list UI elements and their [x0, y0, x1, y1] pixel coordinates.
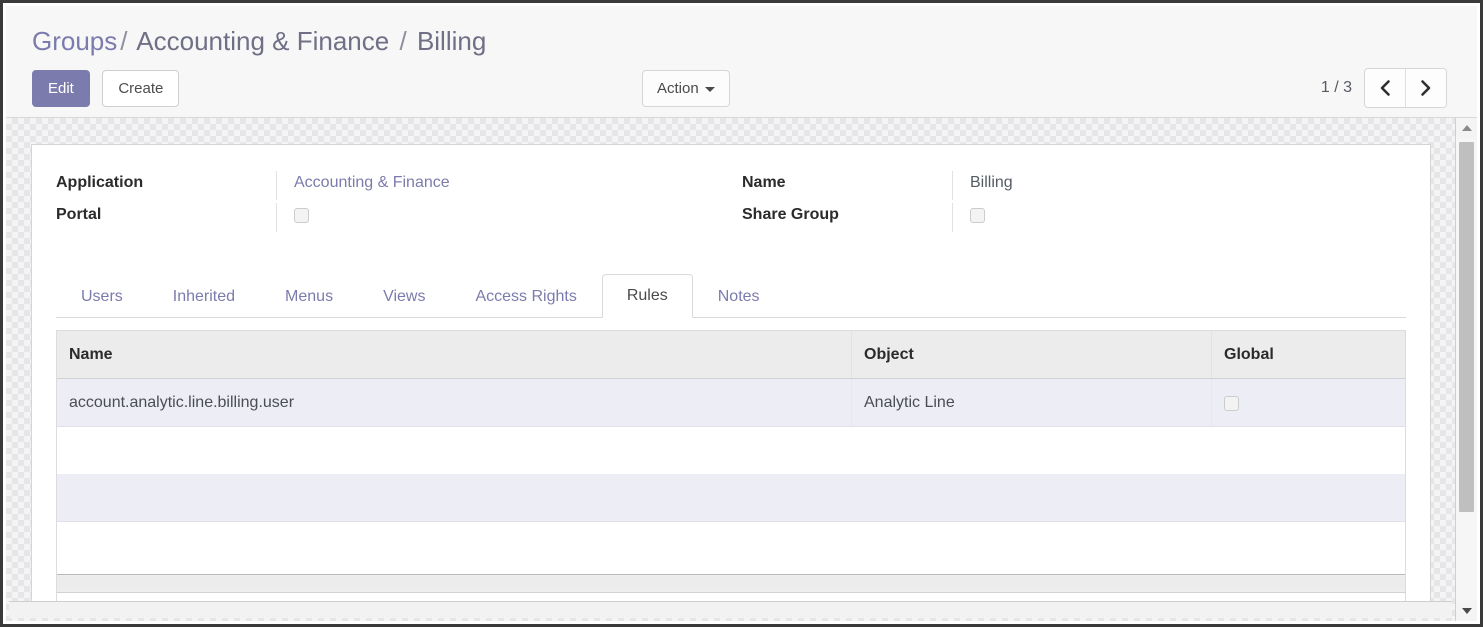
field-name: Name Billing [742, 171, 1402, 203]
triangle-up-icon [1461, 125, 1472, 131]
table-empty-row [57, 426, 1405, 474]
rules-list: Name Object Global account.analytic.line… [56, 330, 1406, 611]
scroll-up-button[interactable] [1456, 118, 1477, 138]
breadcrumb-item-groups[interactable]: Groups [32, 26, 117, 56]
rules-table: Name Object Global account.analytic.line… [57, 331, 1405, 568]
field-name-label: Name [742, 174, 786, 191]
tab-views[interactable]: Views [358, 275, 450, 318]
record-buttons: Edit Create [32, 70, 180, 107]
breadcrumb-item-billing: Billing [416, 26, 487, 56]
tab-rules[interactable]: Rules [601, 274, 693, 318]
create-button[interactable]: Create [102, 70, 180, 107]
chevron-left-icon [1380, 80, 1390, 96]
table-header-row: Name Object Global [57, 331, 1405, 379]
breadcrumb-separator-2: / [399, 26, 407, 56]
cell-rule-global[interactable] [1211, 378, 1405, 427]
portal-checkbox[interactable] [294, 208, 309, 224]
field-name-value: Billing [952, 171, 1402, 200]
breadcrumb: Groups / Accounting & Finance / Billing [32, 26, 486, 56]
tab-notes[interactable]: Notes [693, 275, 785, 318]
field-portal-value [276, 203, 716, 232]
field-share-group-label: Share Group [742, 206, 839, 223]
field-share-group: Share Group [742, 203, 1402, 235]
list-horizontal-scrollbar[interactable] [57, 574, 1405, 593]
action-dropdown-button[interactable]: Action [642, 70, 730, 107]
triangle-down-icon [1461, 608, 1472, 614]
browser-window: Groups / Accounting & Finance / Billing E… [0, 0, 1483, 627]
action-dropdown-label: Action [657, 80, 699, 97]
rules-table-body: account.analytic.line.billing.user Analy… [57, 378, 1405, 568]
tab-inherited[interactable]: Inherited [148, 275, 260, 318]
table-row[interactable]: account.analytic.line.billing.user Analy… [57, 378, 1405, 427]
content-area: Application Accounting & Finance Portal … [6, 118, 1477, 621]
form-column-left: Application Accounting & Finance Portal [56, 171, 716, 235]
vertical-scroll-thumb[interactable] [1459, 142, 1474, 512]
cell-rule-name[interactable]: account.analytic.line.billing.user [57, 378, 852, 427]
cell-rule-object[interactable]: Analytic Line [851, 378, 1212, 427]
rules-table-head: Name Object Global [57, 331, 1405, 379]
pager-counter: 1 / 3 [1320, 79, 1352, 96]
pager: 1 / 3 [1321, 68, 1447, 108]
column-header-object[interactable]: Object [851, 331, 1212, 379]
clipped-background-strip [9, 601, 1452, 618]
chevron-down-icon [704, 86, 715, 92]
edit-button[interactable]: Edit [32, 70, 90, 107]
column-header-global[interactable]: Global [1211, 331, 1405, 379]
field-application-label: Application [56, 174, 144, 191]
breadcrumb-separator-1: / [120, 26, 128, 56]
pager-buttons [1364, 68, 1447, 108]
list-horizontal-scroll-thumb[interactable] [57, 576, 1405, 589]
breadcrumb-item-accounting-finance[interactable]: Accounting & Finance [136, 26, 389, 56]
tab-users[interactable]: Users [56, 275, 148, 318]
rule-global-checkbox[interactable] [1224, 395, 1239, 411]
tab-access-rights[interactable]: Access Rights [450, 275, 601, 318]
table-spacer-row [57, 521, 1405, 568]
form-sheet: Application Accounting & Finance Portal … [31, 144, 1431, 611]
scroll-down-button[interactable] [1456, 601, 1477, 621]
notebook: Users Inherited Menus Views Access Right… [56, 273, 1406, 611]
field-portal: Portal [56, 203, 716, 235]
vertical-scrollbar[interactable] [1455, 118, 1477, 621]
field-application-value[interactable]: Accounting & Finance [276, 171, 716, 200]
field-share-group-value [952, 203, 1402, 232]
share-group-checkbox[interactable] [970, 208, 985, 224]
pager-next-button[interactable] [1405, 69, 1446, 107]
pager-previous-button[interactable] [1365, 69, 1405, 107]
field-application: Application Accounting & Finance [56, 171, 716, 203]
table-filler-row [57, 474, 1405, 522]
column-header-name[interactable]: Name [57, 331, 852, 379]
tab-menus[interactable]: Menus [260, 275, 358, 318]
tab-bar: Users Inherited Menus Views Access Right… [56, 273, 1406, 318]
form-column-right: Name Billing Share Group [742, 171, 1402, 235]
control-panel: Groups / Accounting & Finance / Billing E… [6, 6, 1477, 118]
field-portal-label: Portal [56, 206, 102, 223]
chevron-right-icon [1421, 80, 1431, 96]
